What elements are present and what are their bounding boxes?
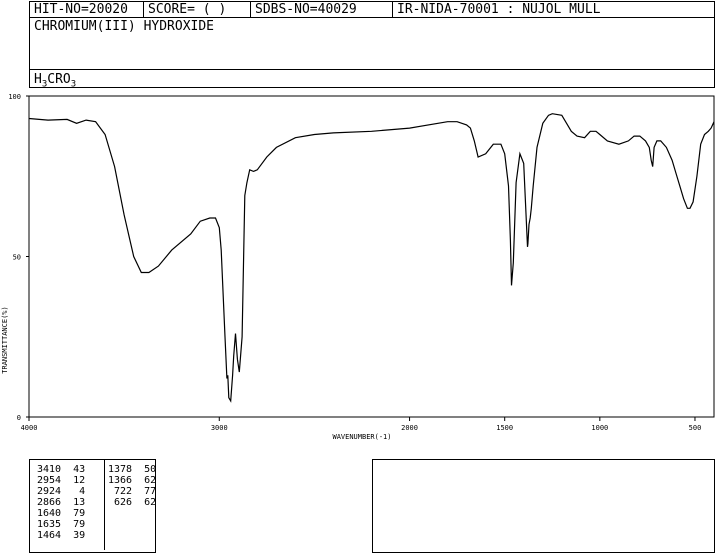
y-axis-label: TRANSMITTANCE(%) (1, 306, 9, 373)
x-axis-label: WAVENUMBER(-1) (332, 433, 391, 441)
peak-column-1: 3410 43 2954 12 2924 4 2866 13 1640 79 1… (37, 464, 86, 541)
y-tick-label-100: 100 (8, 93, 21, 101)
molecular-formula: H3CRO3 (34, 73, 76, 92)
x-axis: 4000 3000 2000 1500 1000 500 (21, 417, 702, 432)
x-tick-label-2000: 2000 (401, 424, 418, 432)
ir-code: IR-NIDA-70001 : NUJOL MULL (392, 2, 715, 17)
empty-info-box (372, 459, 715, 553)
peak-table: 3410 43 2954 12 2924 4 2866 13 1640 79 1… (29, 459, 156, 553)
x-tick-label-4000: 4000 (21, 424, 38, 432)
x-tick-label-3000: 3000 (211, 424, 228, 432)
formula-box: H3CRO3 (29, 69, 715, 90)
formula-sub-2: 3 (70, 79, 77, 90)
sdbs-number: SDBS-NO=40029 (250, 2, 392, 17)
compound-name-box: CHROMIUM(III) HYDROXIDE (29, 17, 715, 70)
spectrum-line (28, 113, 715, 403)
x-tick-label-1500: 1500 (496, 424, 513, 432)
formula-cro: CRO (47, 72, 71, 87)
header-bar: HIT-NO=20020 SCORE= ( ) SDBS-NO=40029 IR… (29, 1, 715, 18)
peak-column-2: 1378 50 1366 62 722 77 626 62 (104, 460, 156, 550)
ir-spectrum-chart: 0 50 100 4000 3000 2000 1500 1000 500 WAVENUMBE… (1, 93, 715, 441)
compound-name: CHROMIUM(III) HYDROXIDE (34, 19, 215, 34)
x-tick-label-500: 500 (689, 424, 702, 432)
score-field: SCORE= ( ) (143, 2, 250, 17)
y-tick-label-0: 0 (17, 414, 21, 422)
y-axis: 0 50 100 (8, 93, 29, 422)
x-tick-label-1000: 1000 (591, 424, 608, 432)
hit-number: HIT-NO=20020 (34, 2, 128, 17)
formula-h: H (34, 72, 42, 87)
y-tick-label-50: 50 (13, 254, 21, 262)
plot-frame (28, 95, 715, 418)
